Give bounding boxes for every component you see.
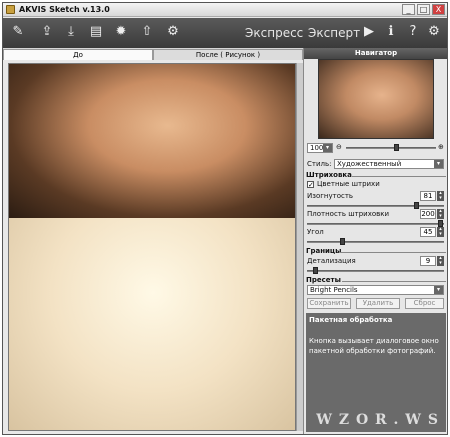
settings-icon[interactable]: ✹ xyxy=(111,22,131,42)
help-text: Кнопка вызывает диалоговое окно пакетной… xyxy=(309,337,439,355)
minimize-button[interactable]: _ xyxy=(402,4,415,15)
curvature-label: Изогнутость xyxy=(307,192,354,200)
run-icon[interactable]: ▶ xyxy=(359,22,379,42)
app-icon xyxy=(6,5,15,14)
close-button[interactable]: X xyxy=(432,4,445,15)
curvature-slider[interactable] xyxy=(307,205,444,207)
print-icon[interactable]: ▤ xyxy=(86,22,106,42)
settings-panel: Навигатор 100% ▾ ⊖ ⊕ Стиль: Художественны… xyxy=(303,48,447,434)
section-divider xyxy=(342,281,446,282)
angle-label: Угол xyxy=(307,228,324,236)
save-preset-button[interactable]: Сохранить xyxy=(307,298,351,309)
original-photo xyxy=(9,64,295,218)
mode-expert-tab[interactable]: Эксперт xyxy=(308,26,360,40)
save-icon[interactable]: ⤓ xyxy=(61,22,81,42)
tab-before[interactable]: До xyxy=(3,49,153,60)
detail-spinner[interactable]: ▴ ▾ xyxy=(437,256,444,266)
section-divider xyxy=(340,252,446,253)
tab-after[interactable]: После ( Рисунок ) xyxy=(153,49,303,60)
chevron-down-icon: ▾ xyxy=(323,144,332,152)
angle-slider-thumb[interactable] xyxy=(340,238,345,245)
angle-input[interactable]: 45 xyxy=(420,227,436,237)
chevron-down-icon: ▾ xyxy=(434,286,443,294)
navigator-header: Навигатор xyxy=(304,48,447,59)
hatching-section: Штриховка xyxy=(306,171,352,179)
presets-section: Пресеты xyxy=(306,276,341,284)
navigator-thumbnail[interactable] xyxy=(318,59,434,139)
share-icon[interactable]: ⇧ xyxy=(137,22,157,42)
mode-express-tab[interactable]: Экспресс xyxy=(245,26,303,40)
density-spinner[interactable]: ▴ ▾ xyxy=(437,209,444,219)
angle-slider[interactable] xyxy=(307,241,444,243)
zoom-slider-thumb[interactable] xyxy=(394,144,399,151)
batch-icon[interactable]: ⚙ xyxy=(163,22,183,42)
info-icon[interactable]: ℹ xyxy=(381,22,401,42)
help-title: Пакетная обработка xyxy=(309,316,393,324)
curvature-spinner[interactable]: ▴ ▾ xyxy=(437,191,444,201)
canvas-scrollbar[interactable] xyxy=(296,63,303,431)
brush-icon[interactable]: ✎ xyxy=(8,22,28,42)
section-divider xyxy=(352,176,446,177)
detail-slider-thumb[interactable] xyxy=(313,267,318,274)
chevron-down-icon: ▾ xyxy=(434,160,443,168)
title-bar: AKVIS Sketch v.13.0 _ □ X xyxy=(3,3,447,17)
reset-preset-button[interactable]: Сброс xyxy=(405,298,444,309)
detail-label: Детализация xyxy=(307,257,356,265)
edges-section: Границы xyxy=(306,247,342,255)
image-canvas[interactable] xyxy=(8,63,296,431)
style-value: Художественный xyxy=(337,160,402,168)
detail-slider[interactable] xyxy=(307,270,444,272)
open-icon[interactable]: ⇪ xyxy=(37,22,57,42)
detail-input[interactable]: 9 xyxy=(420,256,436,266)
zoom-out-icon[interactable]: ⊖ xyxy=(336,143,342,151)
delete-preset-button[interactable]: Удалить xyxy=(356,298,400,309)
zoom-select[interactable]: 100% ▾ xyxy=(307,143,333,153)
help-icon[interactable]: ? xyxy=(403,22,423,42)
angle-spinner[interactable]: ▴ ▾ xyxy=(437,227,444,237)
zoom-slider-track[interactable] xyxy=(346,147,436,149)
app-window: AKVIS Sketch v.13.0 _ □ X ✎ ⇪ ⤓ ▤ ✹ ⇧ ⚙ … xyxy=(2,2,448,435)
preset-select[interactable]: Bright Pencils ▾ xyxy=(307,285,444,295)
curvature-input[interactable]: 81 xyxy=(420,191,436,201)
curvature-slider-thumb[interactable] xyxy=(414,202,419,209)
watermark: W Z O R . W S xyxy=(316,412,439,428)
style-select[interactable]: Художественный ▾ xyxy=(334,159,444,169)
density-label: Плотность штриховки xyxy=(307,210,390,218)
color-strokes-checkbox[interactable]: ✓ xyxy=(307,181,314,189)
gear-icon[interactable]: ⚙ xyxy=(424,22,444,42)
window-title: AKVIS Sketch v.13.0 xyxy=(19,5,110,14)
sketch-preview xyxy=(9,218,295,430)
density-input[interactable]: 200 xyxy=(420,209,436,219)
toolbar: ✎ ⇪ ⤓ ▤ ✹ ⇧ ⚙ Экспресс Эксперт ▶ ℹ ? ⚙ xyxy=(3,18,447,48)
zoom-in-icon[interactable]: ⊕ xyxy=(438,143,444,151)
view-tabs: До После ( Рисунок ) xyxy=(3,48,303,60)
color-strokes-label: Цветные штрихи xyxy=(317,180,380,188)
maximize-button[interactable]: □ xyxy=(417,4,430,15)
preset-value: Bright Pencils xyxy=(310,286,358,294)
density-slider[interactable] xyxy=(307,223,444,225)
style-label: Стиль: xyxy=(307,160,332,168)
